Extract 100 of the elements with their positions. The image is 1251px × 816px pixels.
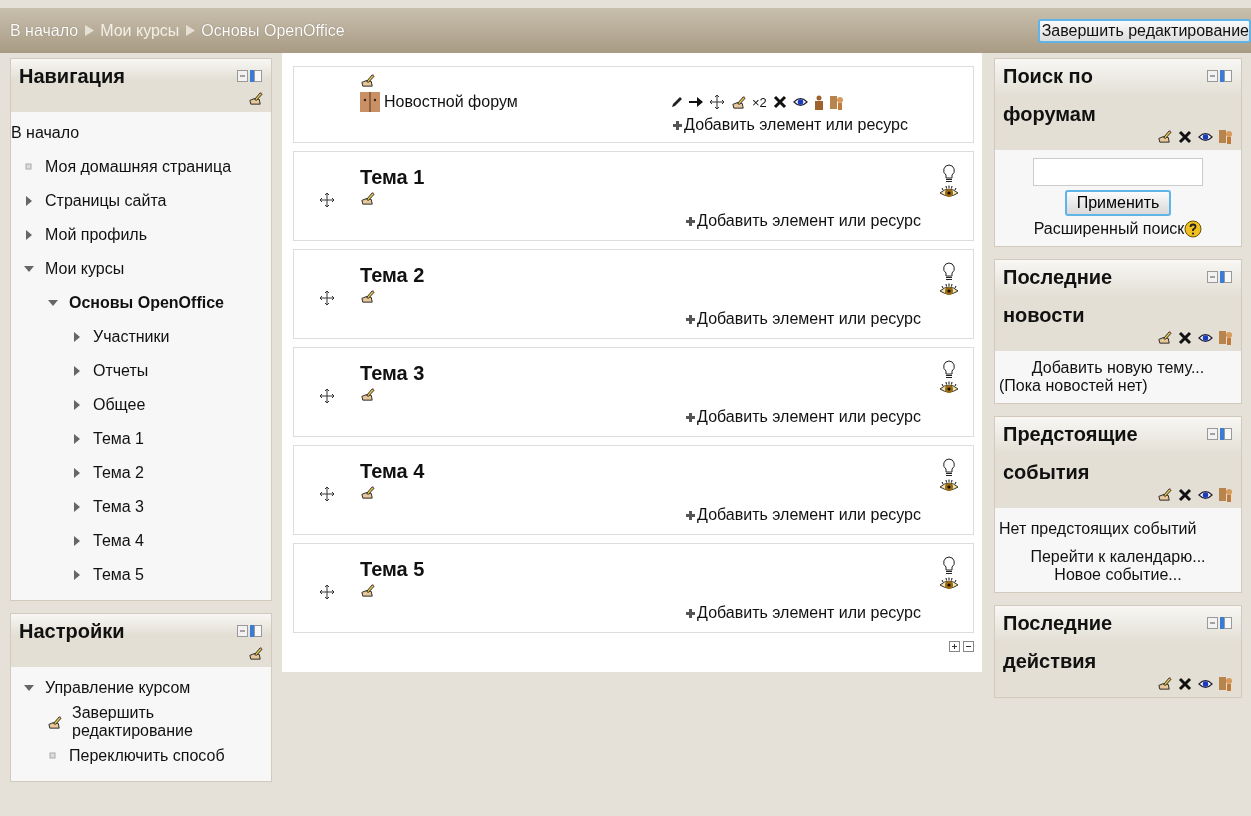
pencil-icon[interactable] [670,95,683,109]
hand-pencil-icon[interactable] [360,289,375,304]
separator-arrow-icon [84,25,95,36]
block-link[interactable]: Перейти к календарю... [1030,548,1206,566]
help-icon[interactable] [1184,220,1203,238]
nav-link[interactable]: Тема 1 [93,430,144,448]
nav-link[interactable]: Мои курсы [45,260,125,278]
nav-link[interactable]: Управление курсом [45,679,191,697]
section-title: Тема 3 [360,362,426,385]
eye-icon[interactable] [1198,331,1213,344]
bullet-icon [23,161,35,173]
expand-icon[interactable] [949,641,960,652]
add-activity-link[interactable]: Добавить элемент или ресурс [697,408,921,426]
section-title: Тема 1 [360,166,426,189]
nav-link[interactable]: Тема 5 [93,566,144,584]
person-icon[interactable] [813,94,824,110]
block-link[interactable]: Добавить новую тему... [1031,359,1205,377]
finish-editing-button[interactable]: Завершить редактирование [1037,18,1251,43]
collapse-dock-icon[interactable] [1207,270,1233,284]
hand-pencil-icon[interactable] [1157,487,1172,502]
lightbulb-icon[interactable] [942,360,956,380]
hand-pencil-icon[interactable] [248,91,263,106]
lightbulb-icon[interactable] [942,164,956,184]
nav-link[interactable]: Завершить редактирование [72,704,271,740]
nav-link[interactable]: Тема 3 [93,498,144,516]
hand-pencil-icon[interactable] [360,73,375,88]
add-activity-link[interactable]: Добавить элемент или ресурс [684,116,908,134]
hand-pencil-icon[interactable] [360,583,375,598]
nav-link[interactable]: Мой профиль [45,226,148,244]
move-icon[interactable] [319,584,335,600]
lightbulb-icon[interactable] [942,262,956,282]
nav-link[interactable]: Общее [93,396,146,414]
collapse-dock-icon[interactable] [237,624,263,638]
block-link[interactable]: Новое событие... [1054,566,1182,584]
collapse-icon[interactable] [963,641,974,652]
hand-pencil-icon[interactable] [360,191,375,206]
nav-link[interactable]: Тема 2 [93,464,144,482]
block-title: Навигация [19,64,125,89]
eye-icon[interactable] [939,576,959,590]
eye-icon[interactable] [1198,488,1213,501]
activity-link[interactable]: Новостной форум [384,93,518,111]
add-activity-link[interactable]: Добавить элемент или ресурс [697,604,921,622]
people-icon[interactable] [1219,676,1233,691]
move-icon[interactable] [319,486,335,502]
move-icon[interactable] [319,290,335,306]
collapse-dock-icon[interactable] [237,69,263,83]
delete-icon[interactable] [1178,330,1192,345]
right-arrow-icon[interactable] [689,96,703,108]
hand-pencil-icon[interactable] [731,94,746,110]
nav-link[interactable]: Страницы сайта [45,192,167,210]
search-field[interactable] [1033,158,1203,186]
delete-icon[interactable] [1178,676,1192,691]
hand-pencil-icon[interactable] [1157,330,1172,345]
add-activity-link[interactable]: Добавить элемент или ресурс [697,506,921,524]
collapse-dock-icon[interactable] [1207,616,1233,630]
section-title: Тема 2 [360,264,426,287]
add-activity-link[interactable]: Добавить элемент или ресурс [697,212,921,230]
move-icon[interactable] [319,388,335,404]
delete-icon[interactable] [1178,487,1192,502]
people-icon[interactable] [1219,129,1233,144]
hand-pencil-icon[interactable] [360,387,375,402]
plus-icon [685,313,697,325]
nav-link[interactable]: В начало [11,124,80,142]
move-icon[interactable] [319,192,335,208]
advanced-search-link[interactable]: Расширенный поиск [1033,220,1185,238]
people-icon[interactable] [1219,330,1233,345]
nav-link[interactable]: Тема 4 [93,532,144,550]
nav-link[interactable]: Моя домашняя страница [45,158,232,176]
collapse-dock-icon[interactable] [1207,69,1233,83]
eye-icon[interactable] [1198,677,1213,690]
eye-icon[interactable] [792,96,808,108]
add-activity-link[interactable]: Добавить элемент или ресурс [697,310,921,328]
nav-link[interactable]: Основы OpenOffice [69,294,224,312]
people-icon[interactable] [829,94,844,110]
duplicate-label[interactable]: ×2 [752,94,767,110]
lightbulb-icon[interactable] [942,556,956,576]
nav-link[interactable]: Переключить способ [69,747,225,765]
hand-pencil-icon[interactable] [47,714,62,730]
hand-pencil-icon[interactable] [248,646,263,661]
move-icon[interactable] [709,94,725,110]
nav-link[interactable]: Отчеты [93,362,149,380]
apply-button[interactable]: Применить [1064,190,1172,216]
delete-icon[interactable] [1178,129,1192,144]
eye-icon[interactable] [1198,130,1213,143]
lightbulb-icon[interactable] [942,458,956,478]
block-title: Поиск по форумам [1003,64,1097,127]
eye-icon[interactable] [939,282,959,296]
forum-icon [360,92,380,112]
people-icon[interactable] [1219,487,1233,502]
block-title: Настройки [19,619,125,644]
block-title: Последние действия [1003,611,1114,674]
eye-icon[interactable] [939,478,959,492]
hand-pencil-icon[interactable] [1157,129,1172,144]
hand-pencil-icon[interactable] [360,485,375,500]
hand-pencil-icon[interactable] [1157,676,1172,691]
delete-icon[interactable] [772,95,787,109]
eye-icon[interactable] [939,184,959,198]
collapse-dock-icon[interactable] [1207,427,1233,441]
nav-link[interactable]: Участники [93,328,170,346]
eye-icon[interactable] [939,380,959,394]
